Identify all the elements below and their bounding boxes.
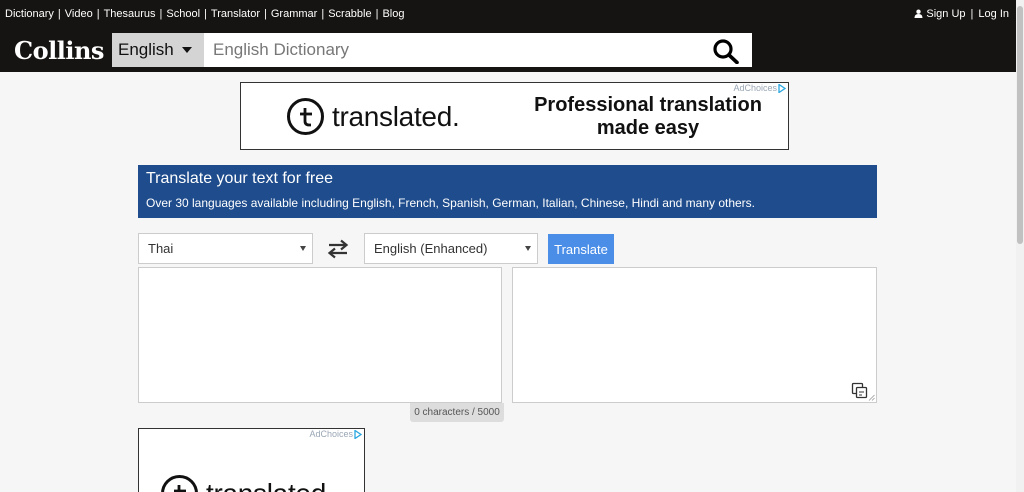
translated-logo: translated. (287, 98, 460, 135)
nav-scrabble[interactable]: Scrabble (328, 8, 371, 20)
account-separator: | (970, 8, 974, 20)
translated-brand-name: translated. (206, 478, 334, 492)
nav-separator: | (159, 8, 163, 20)
account-links: Sign Up | Log In (914, 8, 1009, 20)
target-language-select[interactable]: English (Enhanced) (364, 233, 538, 264)
adchoices-badge[interactable]: AdChoices (733, 83, 786, 93)
signup-link[interactable]: Sign Up (926, 8, 965, 20)
top-nav: Dictionary | Video | Thesaurus | School | Transl… (5, 8, 405, 20)
nav-dictionary[interactable]: Dictionary (5, 8, 54, 20)
nav-separator: | (204, 8, 207, 20)
source-language-value: Thai (148, 241, 174, 256)
dictionary-language-select[interactable]: English (112, 33, 204, 67)
site-header: Dictionary | Video | Thesaurus | School | Transl… (0, 0, 1016, 72)
adchoices-icon (354, 429, 362, 439)
source-text-input[interactable] (138, 267, 502, 403)
nav-translator[interactable]: Translator (211, 8, 260, 20)
dropdown-arrow-icon (300, 246, 306, 251)
source-language-select[interactable]: Thai (138, 233, 313, 264)
page-title: Translate your text for free (146, 170, 334, 187)
nav-grammar[interactable]: Grammar (271, 8, 317, 20)
page-scrollbar[interactable] (1016, 0, 1024, 492)
search-input[interactable] (204, 33, 752, 67)
nav-video[interactable]: Video (65, 8, 93, 20)
ad-tagline: Professional translation made easy (534, 94, 762, 139)
user-icon (914, 9, 923, 18)
translate-button[interactable]: Translate (548, 234, 614, 264)
translated-logo: translated. (161, 475, 334, 492)
adchoices-badge[interactable]: AdChoices (309, 429, 362, 439)
swap-arrows-icon[interactable] (327, 239, 349, 259)
translated-logo-icon (287, 98, 324, 135)
ad-banner-top[interactable]: AdChoices translated. Professional trans… (240, 82, 789, 150)
translated-brand-name: translated. (332, 100, 460, 132)
nav-separator: | (321, 8, 325, 20)
scrollbar-thumb[interactable] (1017, 6, 1023, 244)
target-language-value: English (Enhanced) (374, 241, 488, 256)
collins-logo[interactable]: Collins (14, 36, 104, 65)
adchoices-icon (778, 83, 786, 93)
adchoices-label: AdChoices (733, 83, 777, 93)
resize-grip-icon[interactable] (868, 394, 875, 401)
translation-output (512, 267, 877, 403)
login-link[interactable]: Log In (978, 8, 1009, 20)
character-counter: 0 characters / 5000 (410, 403, 504, 422)
dictionary-language-label: English (118, 40, 174, 59)
search-icon[interactable] (712, 38, 740, 64)
caret-down-icon (181, 47, 192, 53)
nav-separator: | (96, 8, 100, 20)
dropdown-arrow-icon (525, 246, 531, 251)
translator-intro-panel: Translate your text for free Over 30 lan… (138, 165, 877, 218)
nav-separator: | (264, 8, 267, 20)
copy-icon[interactable] (851, 382, 868, 399)
nav-blog[interactable]: Blog (382, 8, 404, 20)
page-subtitle: Over 30 languages available including En… (146, 196, 756, 210)
nav-thesaurus[interactable]: Thesaurus (104, 8, 156, 20)
nav-separator: | (375, 8, 379, 20)
nav-school[interactable]: School (166, 8, 200, 20)
adchoices-label: AdChoices (309, 429, 353, 439)
nav-separator: | (57, 8, 61, 20)
ad-banner-bottom[interactable]: AdChoices translated. (138, 428, 365, 492)
translated-logo-icon (161, 475, 198, 492)
